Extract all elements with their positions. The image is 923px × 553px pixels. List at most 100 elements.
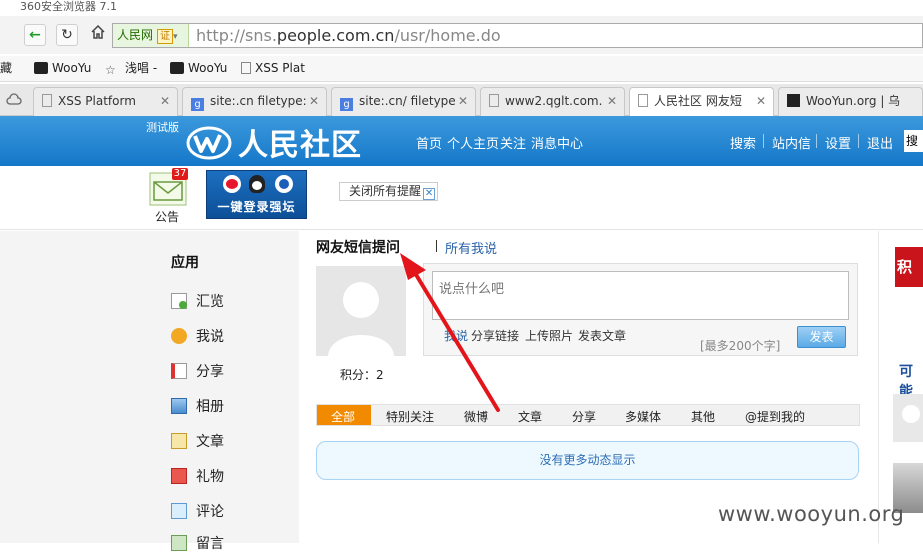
sidebar-item-gift[interactable]: 礼物 xyxy=(171,466,224,486)
tab-google-1[interactable]: g site:.cn filetype: ✕ xyxy=(182,87,327,116)
post-type-article[interactable]: 发表文章 xyxy=(578,327,626,344)
url-prefix: http://sns. xyxy=(196,26,277,45)
browser-title: 360安全浏览器 7.1 xyxy=(0,0,923,16)
sidebar-item-say[interactable]: 我说 xyxy=(171,326,224,346)
site-name: 人民网 xyxy=(117,28,154,42)
tab-mentions[interactable]: @提到我的 xyxy=(745,408,805,425)
tab-qglt[interactable]: www2.qglt.com. ✕ xyxy=(480,87,625,116)
tab-wooyun[interactable]: WooYun.org | 乌 xyxy=(778,87,923,116)
tab-label: site:.cn filetype: xyxy=(210,94,307,108)
sidebar-item-label: 留言 xyxy=(196,536,224,552)
nav-home[interactable]: 首页 xyxy=(416,133,442,152)
url-path: /usr/home.do xyxy=(394,26,501,45)
site-identity[interactable]: 人民网证 ▾ xyxy=(113,24,189,47)
weibo-icon xyxy=(223,175,241,193)
comment-icon xyxy=(171,503,187,519)
sidebar-item-label: 评论 xyxy=(196,504,224,520)
nav-follow[interactable]: 关注 xyxy=(500,133,526,152)
bookmark-label: 浅唱 - xyxy=(125,61,158,75)
sidebar-item-comment[interactable]: 评论 xyxy=(171,501,224,521)
qq-icon xyxy=(249,175,265,193)
back-button[interactable]: ← xyxy=(24,24,46,46)
nav-logout[interactable]: 退出 xyxy=(867,133,893,152)
close-all-tips-button[interactable]: 关闭所有提醒 ✕ xyxy=(339,182,439,201)
beta-label: 测试版 xyxy=(146,121,179,134)
sidebar-item-guestbook[interactable]: 留言 xyxy=(171,533,224,553)
page-icon xyxy=(42,94,52,107)
speech-bubble-icon xyxy=(171,328,187,344)
tab-label: XSS Platform xyxy=(58,94,136,108)
tab-multimedia[interactable]: 多媒体 xyxy=(625,408,661,425)
sidebar-title: 应用 xyxy=(171,255,199,271)
quick-login-banner[interactable]: 一键登录强坛 xyxy=(206,170,307,219)
close-icon[interactable]: ✕ xyxy=(160,88,170,115)
close-icon[interactable]: ✕ xyxy=(607,88,617,115)
close-tips-label: 关闭所有提醒 xyxy=(349,184,422,198)
bookmark-item[interactable]: 藏 xyxy=(0,60,12,76)
nav-search[interactable]: 搜索 xyxy=(730,133,756,152)
nav-settings[interactable]: 设置 xyxy=(825,133,851,152)
tab-xss-platform[interactable]: XSS Platform ✕ xyxy=(33,87,178,116)
sidebar-item-album[interactable]: 相册 xyxy=(171,396,224,416)
sidebar-item-article[interactable]: 文章 xyxy=(171,431,224,451)
tab-other[interactable]: 其他 xyxy=(691,408,715,425)
sidebar-item-label: 相册 xyxy=(196,399,224,415)
guestbook-icon xyxy=(171,535,187,551)
tab-all[interactable]: 全部 xyxy=(331,408,355,425)
cloud-icon[interactable] xyxy=(6,92,22,108)
google-icon: g xyxy=(191,98,204,111)
wooyun-icon xyxy=(170,62,184,74)
sidebar-item-label: 我说 xyxy=(196,329,224,345)
tab-google-2[interactable]: g site:.cn/ filetype ✕ xyxy=(331,87,476,116)
tab-article[interactable]: 文章 xyxy=(518,408,542,425)
site-logo[interactable]: 人民社区 xyxy=(238,120,362,164)
divider xyxy=(763,134,764,148)
tab-people-community[interactable]: 人民社区 网友短 ✕ xyxy=(629,87,774,117)
search-input[interactable]: 搜索 xyxy=(904,130,923,152)
bookmark-item[interactable]: ☆ 浅唱 - xyxy=(105,60,158,77)
score-label: 积分：2 xyxy=(340,368,384,382)
google-icon: g xyxy=(340,98,353,111)
page-icon xyxy=(241,62,251,74)
sidebar xyxy=(0,231,299,543)
quick-login-label: 一键登录强坛 xyxy=(217,200,296,214)
nav-profile[interactable]: 个人主页 xyxy=(447,133,499,152)
refresh-button[interactable]: ↻ xyxy=(56,24,78,46)
empty-feed-notice: 没有更多动态显示 xyxy=(316,441,859,480)
bookmark-label: WooYu xyxy=(188,61,228,75)
sidebar-item-label: 分享 xyxy=(196,364,224,380)
close-icon[interactable]: ✕ xyxy=(458,88,468,115)
wooyun-icon xyxy=(787,94,800,107)
notice-count-badge: 37 xyxy=(172,168,188,180)
sidebar-item-share[interactable]: 分享 xyxy=(171,361,224,381)
url-domain: people.com.cn xyxy=(276,26,395,45)
tab-share[interactable]: 分享 xyxy=(572,408,596,425)
bookmark-label: WooYu xyxy=(52,61,92,75)
sidebar-item-overview[interactable]: 汇览 xyxy=(171,291,224,311)
tab-label: www2.qglt.com. xyxy=(505,94,603,108)
bookmark-item[interactable]: WooYu xyxy=(170,60,227,76)
close-icon[interactable]: ✕ xyxy=(756,88,766,115)
logo-mark-icon[interactable] xyxy=(186,124,232,160)
url-text[interactable]: http://sns.people.com.cn/usr/home.do xyxy=(196,25,501,46)
star-icon: ☆ xyxy=(105,63,116,77)
sidebar-item-label: 文章 xyxy=(196,434,224,450)
nav-messages[interactable]: 消息中心 xyxy=(531,133,583,152)
cert-badge: 证 xyxy=(157,29,174,44)
sidebar-item-label: 汇览 xyxy=(196,294,224,310)
close-icon[interactable]: ✕ xyxy=(309,88,319,115)
home-button[interactable] xyxy=(87,24,109,46)
wooyun-icon xyxy=(34,62,48,74)
suggested-user-avatar[interactable] xyxy=(893,394,923,442)
notice-label[interactable]: 公告 xyxy=(155,208,179,225)
post-type-upload-photo[interactable]: 上传照片 xyxy=(525,327,573,344)
annotation-arrow xyxy=(400,253,500,412)
overview-icon xyxy=(171,293,187,309)
bookmark-item[interactable]: XSS Plat xyxy=(241,60,305,76)
publish-button[interactable]: 发表 xyxy=(797,326,846,348)
tab-label: site:.cn/ filetype xyxy=(359,94,456,108)
bookmark-item[interactable]: WooYu xyxy=(34,60,91,76)
notification-bar xyxy=(0,166,923,230)
nav-inbox[interactable]: 站内信 xyxy=(772,133,811,152)
promo-banner[interactable]: 积乐 xyxy=(895,247,923,287)
